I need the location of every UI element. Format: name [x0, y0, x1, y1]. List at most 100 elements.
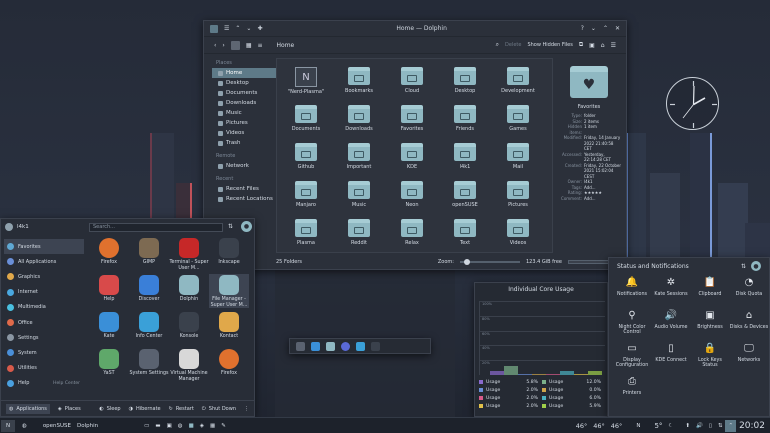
- file-item[interactable]: Neon: [387, 181, 437, 208]
- split-icon[interactable]: ⧉: [579, 41, 583, 49]
- status-item[interactable]: ⌂ Disks & Devices: [729, 311, 769, 331]
- app-launcher-item[interactable]: Help: [89, 274, 129, 303]
- file-item[interactable]: Desktop: [440, 67, 490, 94]
- tab-places[interactable]: ◈ Places: [58, 406, 81, 412]
- app-launcher-item[interactable]: Dolphin: [169, 274, 209, 303]
- status-item[interactable]: 🔊 Audio Volume: [651, 311, 691, 331]
- place-item[interactable]: Downloads: [212, 98, 278, 108]
- dock-folder-icon[interactable]: [326, 341, 335, 351]
- file-view[interactable]: N "Nerd-Plasma" Bookmarks Cloud Desktop Devel…: [276, 58, 553, 253]
- app-launcher-item[interactable]: Firefox: [209, 348, 249, 377]
- app-launcher-item[interactable]: Firefox: [89, 237, 129, 266]
- category-multimedia[interactable]: Multimedia: [4, 300, 84, 315]
- file-item[interactable]: Bookmarks: [334, 67, 384, 94]
- shutdown-button[interactable]: ⏻ Shut Down: [202, 406, 236, 412]
- file-item[interactable]: KDE: [387, 143, 437, 170]
- menu-icon[interactable]: ☰: [611, 42, 616, 49]
- category-all-applications[interactable]: All Applications: [4, 254, 84, 269]
- category-settings[interactable]: Settings: [4, 330, 84, 345]
- status-item[interactable]: ▯ KDE Connect: [651, 344, 691, 364]
- app-launcher-item[interactable]: Info Center: [129, 311, 169, 340]
- details-view-icon[interactable]: ≡: [257, 42, 262, 49]
- dock-app-icon[interactable]: [356, 341, 365, 351]
- status-item[interactable]: ◔ Disk Quota: [729, 278, 769, 298]
- maximize-icon[interactable]: ⌃: [603, 25, 608, 32]
- minimize-icon[interactable]: ⌄: [591, 25, 596, 32]
- file-item[interactable]: Reddit: [334, 219, 384, 246]
- app-launcher-item[interactable]: Kate: [89, 311, 129, 340]
- sleep-button[interactable]: ◐ Sleep: [99, 406, 120, 412]
- shade-icon[interactable]: ⌃: [235, 25, 240, 32]
- app-launcher-item[interactable]: GIMP: [129, 237, 169, 266]
- search-icon[interactable]: ⌕: [496, 41, 499, 49]
- status-item[interactable]: ⎙ Printers: [612, 377, 652, 397]
- status-item[interactable]: 📋 Clipboard: [690, 278, 730, 298]
- dock-firefox-icon[interactable]: [341, 341, 350, 351]
- category-system[interactable]: System: [4, 345, 84, 360]
- file-item[interactable]: Music: [334, 181, 384, 208]
- taskbar-firefox-icon[interactable]: ◍: [175, 420, 186, 432]
- taskbar-app-icon[interactable]: ✎: [218, 420, 229, 432]
- file-item[interactable]: Mail: [493, 143, 543, 170]
- network-icon[interactable]: ⇅: [715, 420, 726, 432]
- status-item[interactable]: ✲ Kate Sessions: [651, 278, 691, 298]
- back-icon[interactable]: ‹: [214, 42, 216, 49]
- taskbar-app-icon[interactable]: ▭: [141, 420, 152, 432]
- category-office[interactable]: Office: [4, 315, 84, 330]
- configure-icon[interactable]: ⇅: [741, 263, 746, 270]
- app-launcher-item[interactable]: Terminal - Super User M...: [169, 237, 209, 271]
- file-item[interactable]: Downloads: [334, 105, 384, 132]
- place-item[interactable]: Desktop: [212, 78, 278, 88]
- status-item[interactable]: ▣ Brightness: [690, 311, 730, 331]
- avatar[interactable]: [5, 223, 13, 231]
- taskbar-app-label[interactable]: Dolphin: [74, 420, 101, 432]
- file-item[interactable]: Favorites: [387, 105, 437, 132]
- taskbar-app-icon[interactable]: ▬: [152, 420, 163, 432]
- file-item[interactable]: Development: [493, 67, 543, 94]
- place-item[interactable]: Music: [212, 108, 278, 118]
- help-icon[interactable]: ?: [581, 25, 584, 32]
- window-titlebar[interactable]: ☰ ⌃ ⌄ ✚ Home — Dolphin ? ⌄ ⌃ ✕: [204, 21, 626, 37]
- recent-item[interactable]: Recent Locations: [212, 194, 278, 204]
- pin-icon[interactable]: ●: [751, 261, 761, 271]
- window-menu-icon[interactable]: [210, 24, 218, 33]
- app-launcher-item[interactable]: Kontact: [209, 311, 249, 340]
- category-help[interactable]: Help Help Center: [4, 376, 84, 391]
- updates-icon[interactable]: ⬆: [682, 420, 693, 432]
- hibernate-button[interactable]: ◑ Hibernate: [129, 406, 161, 412]
- taskbar-app-icon[interactable]: ◈: [197, 420, 207, 432]
- file-item[interactable]: l4k1: [440, 143, 490, 170]
- zoom-slider[interactable]: [459, 259, 520, 265]
- status-item[interactable]: ▭ Display Configuration: [612, 344, 652, 369]
- battery-icon[interactable]: ▯: [706, 420, 715, 432]
- more-icon[interactable]: ⋮: [244, 406, 249, 412]
- place-item[interactable]: Pictures: [212, 118, 278, 128]
- pager-icon[interactable]: N: [633, 420, 643, 432]
- recent-item[interactable]: Recent Files: [212, 184, 278, 194]
- tray-expand-icon[interactable]: ⌃: [725, 419, 737, 432]
- pin-icon[interactable]: ●: [241, 221, 252, 232]
- taskbar-app-icon[interactable]: ▣: [164, 420, 175, 432]
- file-item[interactable]: Github: [281, 143, 331, 170]
- configure-icon[interactable]: ⇅: [228, 223, 233, 230]
- file-item[interactable]: Important: [334, 143, 384, 170]
- dock-app-icon[interactable]: [311, 341, 320, 351]
- place-item[interactable]: Videos: [212, 128, 278, 138]
- file-item[interactable]: Videos: [493, 219, 543, 246]
- breadcrumb[interactable]: Home: [277, 42, 295, 49]
- file-item[interactable]: Relax: [387, 219, 437, 246]
- file-item[interactable]: openSUSE: [440, 181, 490, 208]
- category-internet[interactable]: Internet: [4, 285, 84, 300]
- file-item[interactable]: Plasma: [281, 219, 331, 246]
- app-launcher-item[interactable]: System Settings: [129, 348, 169, 377]
- file-item[interactable]: Documents: [281, 105, 331, 132]
- file-item[interactable]: Cloud: [387, 67, 437, 94]
- forward-icon[interactable]: ›: [222, 42, 224, 49]
- dock-inkscape-icon[interactable]: [371, 341, 380, 351]
- status-item[interactable]: ⚲ Night Color Control: [612, 311, 652, 336]
- info-value[interactable]: Add...: [584, 196, 622, 202]
- dock-app-icon[interactable]: [296, 341, 305, 351]
- app-launcher-item[interactable]: YaST: [89, 348, 129, 377]
- file-item[interactable]: N "Nerd-Plasma": [281, 67, 331, 95]
- status-item[interactable]: 🔒 Lock Keys Status: [690, 344, 730, 369]
